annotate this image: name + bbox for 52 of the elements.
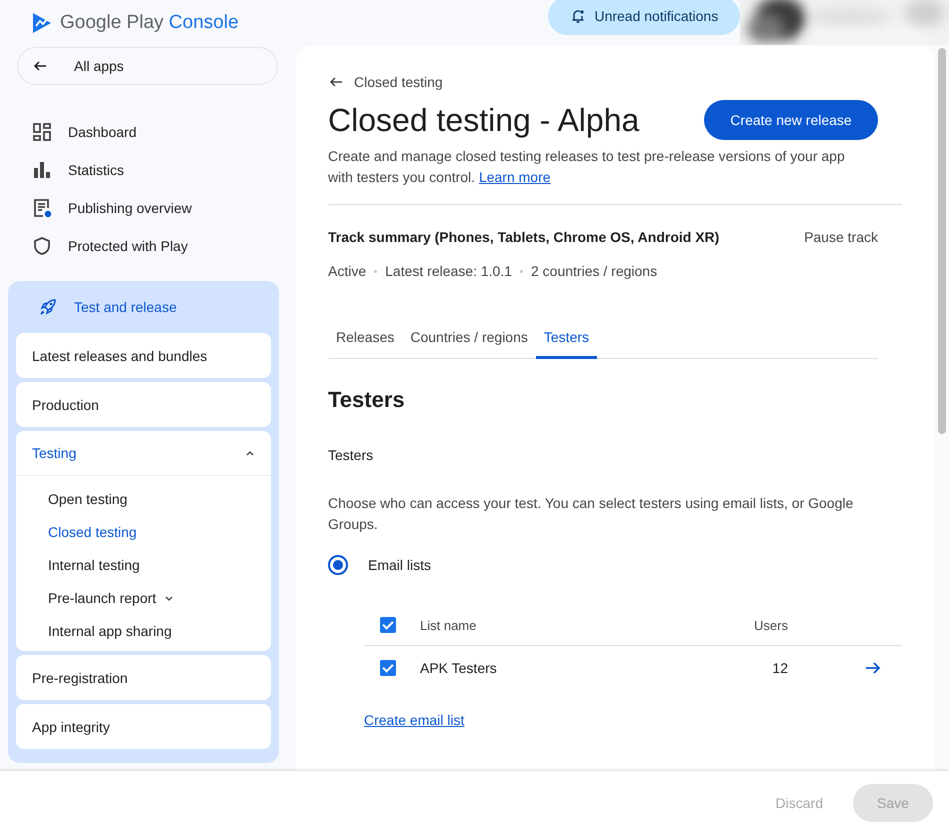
checkbox[interactable] (380, 660, 396, 676)
tab[interactable]: Countries / regions (402, 321, 536, 359)
nav-item[interactable]: Pre-launch report (48, 590, 156, 606)
track-summary-title: Track summary (Phones, Tablets, Chrome OS, Android XR) (328, 229, 720, 245)
column-header: Users (753, 618, 788, 632)
page-description: Create and manage closed testing releases to test pre-release versions of your app with testers you control. Learn more (328, 147, 846, 187)
nav-item[interactable]: Closed testing (48, 524, 137, 540)
section-heading: Testers (328, 387, 406, 413)
track-fact: Latest release: 1.0.1 (385, 263, 512, 279)
nav-group[interactable]: Latest releases and bundles (32, 348, 208, 364)
nav-item[interactable]: Statistics (68, 162, 124, 178)
nav-item[interactable]: Internal app sharing (48, 622, 172, 638)
track-fact: 2 countries / regions (531, 263, 658, 279)
table-cell-text: 12 (771, 660, 788, 676)
separator-dot (374, 270, 378, 272)
document-icon (32, 198, 52, 218)
learn-more-link[interactable]: Learn more (478, 169, 551, 185)
nav-group[interactable]: Pre-registration (32, 670, 128, 686)
subheading: Testers (328, 447, 374, 463)
logo-text: Google Play Console (60, 12, 239, 34)
radio-button[interactable] (328, 555, 348, 575)
column-header: List name (420, 618, 478, 632)
tab[interactable]: Releases (328, 321, 402, 359)
checkbox[interactable] (380, 617, 396, 633)
page-title: Closed testing - Alpha (328, 102, 640, 138)
scrollbar-thumb[interactable] (938, 48, 946, 434)
nav-item[interactable]: Dashboard (68, 124, 136, 140)
notifications-button[interactable]: Unread notifications (548, 0, 740, 35)
nav-item[interactable]: Open testing (48, 490, 128, 506)
create-email-list-link[interactable]: Create email list (364, 712, 464, 728)
track-fact: Active (328, 263, 366, 279)
separator-dot (520, 270, 523, 272)
table-cell-text: APK Testers (420, 660, 498, 676)
pause-track-button[interactable]: Pause track (804, 229, 878, 245)
nav-item[interactable]: Internal testing (48, 556, 140, 572)
nav-item[interactable]: Publishing overview (68, 200, 192, 216)
bar-chart-icon (32, 160, 52, 180)
breadcrumb-link[interactable]: Closed testing (354, 74, 443, 90)
radio-label[interactable]: Email lists (368, 557, 432, 573)
bell-icon (570, 8, 586, 24)
create-release-button[interactable]: Create new release (704, 100, 878, 140)
nav-group[interactable]: App integrity (32, 718, 110, 734)
all-apps-button[interactable]: All apps (17, 47, 278, 85)
tab[interactable]: Testers (536, 321, 598, 359)
nav-group[interactable]: Production (32, 396, 99, 412)
rocket-icon (38, 297, 58, 317)
nav-item[interactable]: Protected with Play (68, 238, 188, 254)
dashboard-icon (32, 122, 52, 142)
shield-icon (32, 236, 52, 256)
instructions-text: Choose who can access your test. You can select testers using email lists, or Google Groups. (328, 494, 854, 534)
nav-group[interactable]: Testing (32, 445, 76, 461)
section-title[interactable]: Test and release (74, 299, 177, 315)
